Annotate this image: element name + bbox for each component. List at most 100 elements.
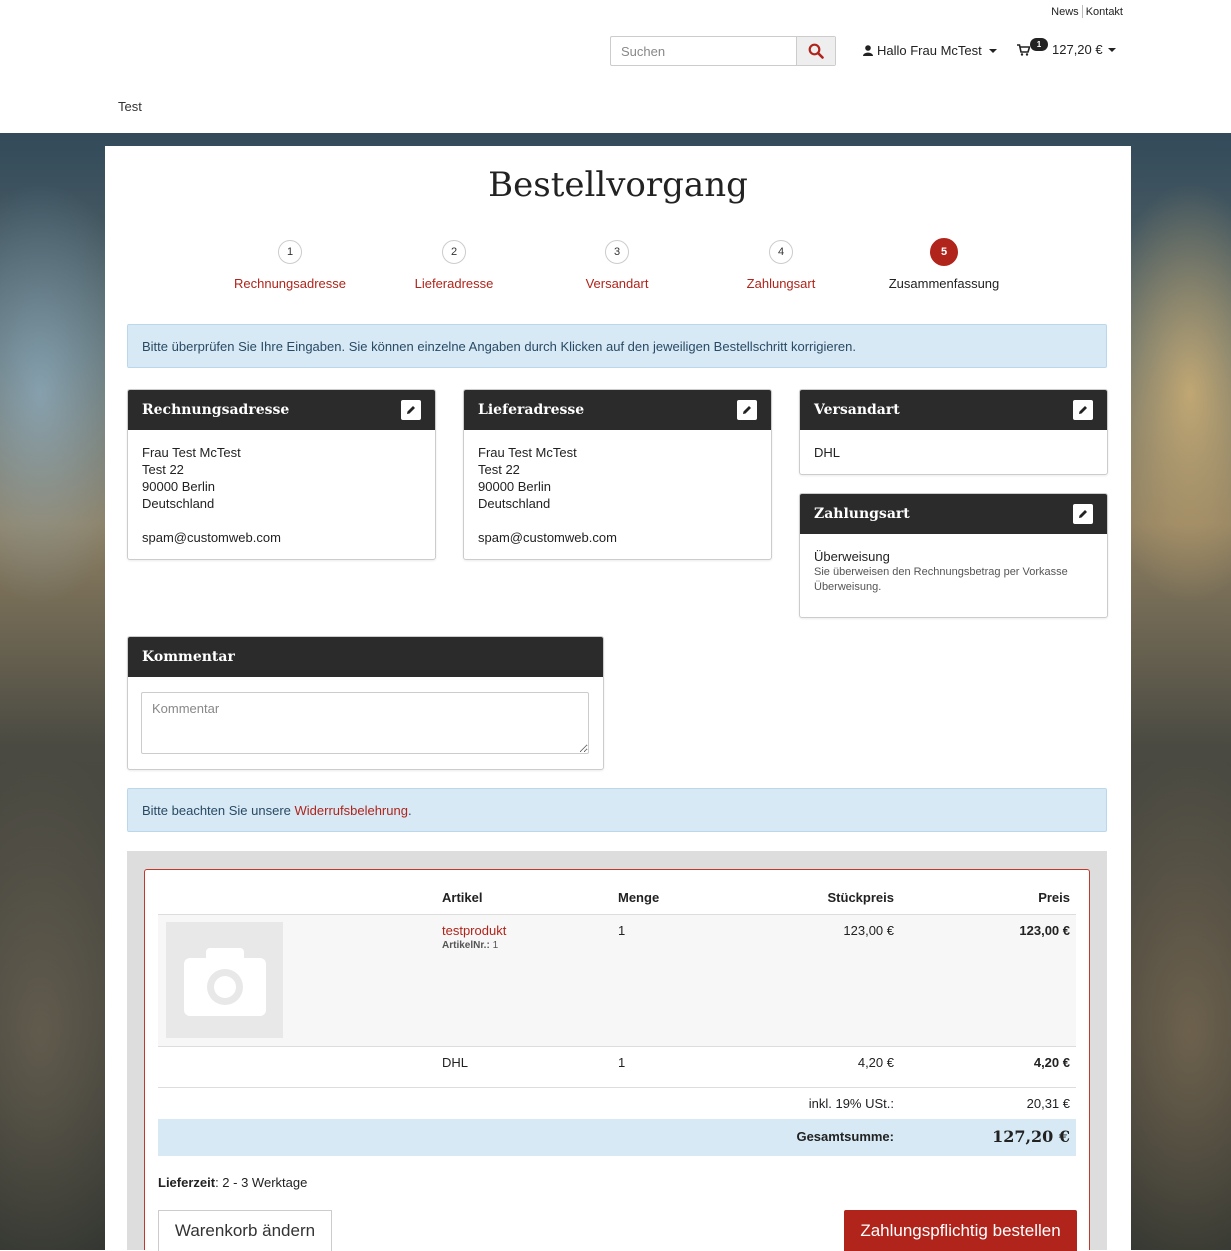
cart-icon <box>1017 43 1030 56</box>
cart-menu[interactable]: 1 127,20 € <box>1017 38 1116 57</box>
card-body: Frau Test McTest Test 22 90000 Berlin De… <box>464 430 771 559</box>
tax-label: inkl. 19% USt.: <box>808 1096 894 1111</box>
product-qty: 1 <box>618 923 626 938</box>
contact-link[interactable]: Kontakt <box>1083 6 1126 18</box>
step-number: 4 <box>769 240 793 264</box>
sku-value: 1 <box>492 940 499 951</box>
pencil-icon <box>407 406 415 414</box>
card-header: Zahlungsart <box>800 494 1107 534</box>
shipping-name: Frau Test McTest <box>478 445 577 460</box>
checkout-panel: Bestellvorgang 1 Rechnungsadresse 2 Lief… <box>105 146 1131 1251</box>
comment-card: Kommentar <box>127 636 604 770</box>
card-header: Kommentar <box>128 637 603 677</box>
product-image-placeholder[interactable] <box>166 922 283 1038</box>
shipping-country: Deutschland <box>478 496 551 511</box>
billing-email: spam@customweb.com <box>142 530 281 545</box>
user-menu[interactable]: Hallo Frau McTest <box>863 43 997 58</box>
card-title: Kommentar <box>142 649 235 665</box>
pencil-icon <box>1079 510 1087 518</box>
delivery-value: : 2 - 3 Werktage <box>215 1175 308 1190</box>
step-billing[interactable]: 1 Rechnungsadresse <box>210 240 370 291</box>
card-title: Versandart <box>814 402 900 418</box>
step-number-active: 5 <box>930 238 958 266</box>
step-shipping-address[interactable]: 2 Lieferadresse <box>374 240 534 291</box>
billing-name: Frau Test McTest <box>142 445 241 460</box>
user-icon <box>863 45 873 56</box>
shipping-city: 90000 Berlin <box>478 479 551 494</box>
sku-label: ArtikelNr.: <box>442 940 490 951</box>
place-order-button[interactable]: Zahlungspflichtig bestellen <box>844 1210 1077 1251</box>
card-header: Versandart <box>800 390 1107 430</box>
step-label: Versandart <box>585 276 649 291</box>
shipping-row-qty: 1 <box>618 1055 626 1070</box>
withdrawal-alert: Bitte beachten Sie unsere Widerrufsbeleh… <box>127 788 1107 832</box>
search-icon <box>808 43 824 59</box>
row-divider <box>158 1087 1076 1088</box>
search-input[interactable] <box>611 37 796 65</box>
billing-city: 90000 Berlin <box>142 479 215 494</box>
col-header-unit-price: Stückpreis <box>827 890 894 905</box>
step-summary: 5 Zusammenfassung <box>864 238 1024 291</box>
search-box <box>610 36 836 66</box>
step-number: 2 <box>442 240 466 264</box>
withdrawal-text: Bitte beachten Sie unsere <box>142 802 295 818</box>
step-label: Lieferadresse <box>414 276 494 291</box>
col-header-price: Preis <box>1038 890 1070 905</box>
site-header: News Kontakt Hallo Frau McTest 1 127,20 … <box>0 0 1231 133</box>
withdrawal-link[interactable]: Widerrufsbelehrung <box>295 803 408 818</box>
checkout-steps: 1 Rechnungsadresse 2 Lieferadresse 3 Ver… <box>105 238 1131 300</box>
delivery-label: Lieferzeit <box>158 1175 216 1190</box>
step-label-current: Zusammenfassung <box>888 276 1000 291</box>
payment-method-card: Zahlungsart Überweisung Sie überweisen d… <box>799 493 1108 618</box>
pencil-icon <box>743 406 751 414</box>
nav-item-test[interactable]: Test <box>118 99 142 114</box>
shipping-row-price: 4,20 € <box>1033 1055 1070 1070</box>
col-header-article: Artikel <box>442 890 483 905</box>
shipping-row-unit-price: 4,20 € <box>857 1055 894 1070</box>
billing-address-card: Rechnungsadresse Frau Test McTest Test 2… <box>127 389 436 560</box>
camera-icon <box>183 948 266 1016</box>
shipping-street: Test 22 <box>478 462 520 477</box>
card-body: DHL <box>800 430 1107 474</box>
card-title: Zahlungsart <box>814 506 910 522</box>
user-greeting: Hallo Frau McTest <box>877 43 982 58</box>
shipping-email: spam@customweb.com <box>478 530 617 545</box>
shipping-address-card: Lieferadresse Frau Test McTest Test 22 9… <box>463 389 772 560</box>
edit-billing-button[interactable] <box>401 400 421 420</box>
card-body: Frau Test McTest Test 22 90000 Berlin De… <box>128 430 435 559</box>
news-link[interactable]: News <box>1048 6 1082 18</box>
step-shipping-method[interactable]: 3 Versandart <box>537 240 697 291</box>
card-title: Lieferadresse <box>478 402 585 418</box>
product-name-link[interactable]: testprodukt <box>442 923 506 938</box>
edit-shipping-address-button[interactable] <box>737 400 757 420</box>
comment-input[interactable] <box>141 692 589 754</box>
card-header: Lieferadresse <box>464 390 771 430</box>
pencil-icon <box>1079 406 1087 414</box>
total-value: 127,20 € <box>992 1127 1070 1146</box>
cart-summary-section: Artikel Menge Stückpreis Preis testprodu… <box>127 851 1107 1251</box>
change-cart-button[interactable]: Warenkorb ändern <box>158 1210 332 1251</box>
shipping-method-card: Versandart DHL <box>799 389 1108 475</box>
tax-value: 20,31 € <box>1026 1096 1070 1111</box>
search-button[interactable] <box>796 37 835 65</box>
shipping-row-name: DHL <box>442 1055 469 1070</box>
withdrawal-suffix: . <box>407 802 412 818</box>
step-label: Rechnungsadresse <box>233 276 347 291</box>
total-row <box>158 1119 1076 1156</box>
shipping-method-value: DHL <box>814 445 841 460</box>
delivery-time: Lieferzeit: 2 - 3 Werktage <box>158 1175 307 1190</box>
product-unit-price: 123,00 € <box>843 923 894 938</box>
product-price: 123,00 € <box>1019 923 1070 938</box>
review-info-alert: Bitte überprüfen Sie Ihre Eingaben. Sie … <box>127 324 1107 368</box>
edit-shipping-method-button[interactable] <box>1073 400 1093 420</box>
top-links: News Kontakt <box>1048 5 1126 18</box>
row-divider <box>158 1046 1076 1047</box>
cart-total: 127,20 € <box>1052 42 1103 57</box>
total-label: Gesamtsumme: <box>796 1129 894 1144</box>
billing-street: Test 22 <box>142 462 184 477</box>
edit-payment-button[interactable] <box>1073 504 1093 524</box>
card-header: Rechnungsadresse <box>128 390 435 430</box>
step-number: 1 <box>278 240 302 264</box>
step-payment[interactable]: 4 Zahlungsart <box>701 240 861 291</box>
table-row-product <box>158 915 1076 1046</box>
